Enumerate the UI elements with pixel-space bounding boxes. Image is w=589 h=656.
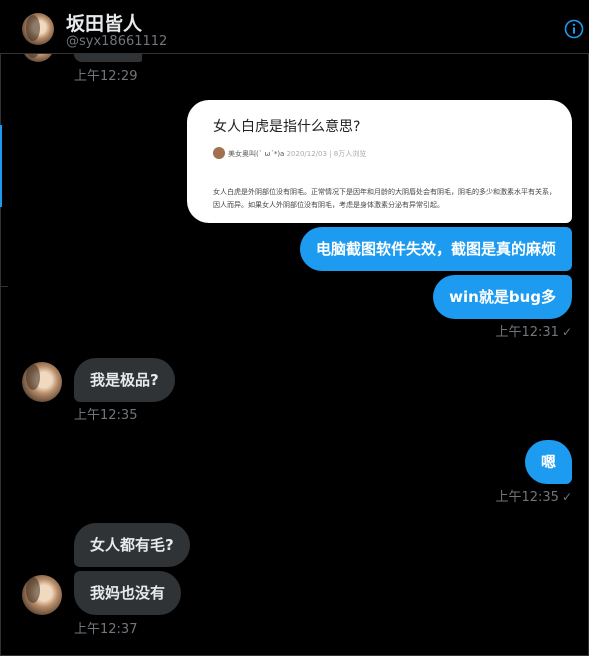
sent-message[interactable]: 电脑截图软件失效，截图是真的麻烦 [299,227,572,271]
sent-message[interactable]: win就是bug多 [433,275,572,319]
received-message[interactable]: 我妈也没有 [74,571,182,615]
received-message[interactable]: 我是极品? [74,358,175,402]
image-author-avatar [213,147,225,159]
left-panel-accent [0,125,2,207]
conversation-header: 坂田皆人 @syx18661112 [0,0,589,54]
timestamp-text: 上午12:31 [495,325,559,340]
timestamp-text: 上午12:35 [495,490,559,505]
contact-name[interactable]: 坂田皆人 [66,9,142,36]
image-author-name: 美女奥叫(` ω´*)a [228,150,285,158]
image-article-meta: 美女奥叫(` ω´*)a 2020/12/03 | 8万人浏览 [228,150,367,158]
image-article-body: 女人白虎是外阴部位没有阴毛。正常情况下是因年和月龄的大阴唇处会有阴毛，阴毛的多少… [213,188,556,209]
left-panel-divider [0,286,8,287]
avatar[interactable] [22,362,62,402]
image-article-date: 2020/12/03 [286,150,327,158]
avatar[interactable] [22,575,62,615]
image-article-reads: 8万人浏览 [333,150,367,158]
sent-message[interactable]: 嗯 [524,440,572,484]
message-bubble-partial[interactable] [74,54,142,62]
contact-handle[interactable]: @syx18661112 [66,34,167,49]
info-icon[interactable] [564,19,584,39]
message-timestamp: 上午12:35 [74,408,138,423]
message-timestamp: 上午12:31 ✓ [495,321,572,340]
message-timestamp: 上午12:29 [74,69,138,84]
image-article-title: 女人白虎是指什么意思? [213,119,361,135]
check-icon: ✓ [561,325,572,339]
message-timestamp: 上午12:37 [74,622,138,637]
message-timestamp: 上午12:35 ✓ [495,486,572,505]
check-icon: ✓ [561,490,572,504]
received-message[interactable]: 女人都有毛? [74,523,190,567]
avatar[interactable] [22,13,54,45]
sent-image-message[interactable]: 女人白虎是指什么意思? 美女奥叫(` ω´*)a 2020/12/03 | 8万… [187,100,572,223]
